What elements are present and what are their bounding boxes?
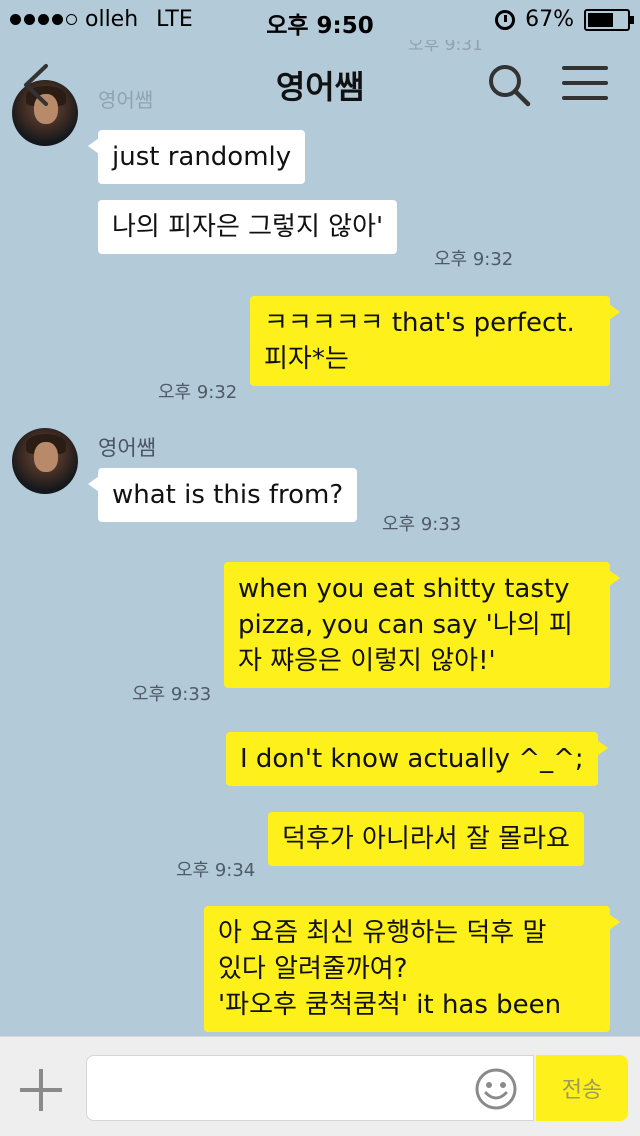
message-time: 오후 9:33: [382, 514, 462, 535]
alarm-icon: [495, 9, 516, 30]
message-text: just randomly: [112, 142, 292, 172]
my-message-bubble[interactable]: ㅋㅋㅋㅋㅋ that's perfect. 피자*는: [250, 296, 620, 386]
message-bubble[interactable]: what is this from?: [87, 468, 358, 522]
message-line: 피자*는: [264, 344, 349, 374]
menu-button[interactable]: [562, 66, 608, 106]
battery-icon: [584, 8, 634, 31]
message-line: when you eat shitty tasty: [238, 574, 570, 604]
emoticon-icon: [475, 1068, 517, 1110]
message-line: ㅋㅋㅋㅋㅋ that's perfect.: [264, 308, 575, 338]
input-bar: 전송: [0, 1036, 640, 1136]
message-text: I don't know actually ^_^;: [240, 744, 584, 774]
message-time: 오후 9:33: [132, 684, 212, 705]
message-bubble[interactable]: 나의 피자은 그렇지 않아': [98, 200, 398, 254]
message-time: 오후 9:34: [176, 860, 256, 881]
battery-level: [588, 12, 614, 27]
status-bar: olleh LTE 오후 9:50 67%: [0, 0, 640, 40]
chat-area[interactable]: 오후 9:31 영어쌤 just randomly 나의 피자은 그렇지 않아'…: [0, 40, 640, 1036]
message-line: pizza, you can say '나의 피: [238, 610, 573, 640]
message-line: 아 요즘 최신 유행하는 덕후 말: [218, 918, 547, 948]
sender-name: 영어쌤: [98, 436, 156, 460]
search-icon: [489, 65, 531, 107]
chat-title: 영어쌤: [275, 68, 365, 106]
message-bubble[interactable]: just randomly: [87, 130, 306, 184]
menu-icon: [562, 66, 608, 100]
message-line: 있다 알려줄까여?: [218, 954, 408, 984]
avatar[interactable]: [12, 428, 78, 494]
send-button[interactable]: 전송: [536, 1055, 628, 1121]
message-time: 오후 9:32: [158, 382, 238, 403]
message-text: 덕후가 아니라서 잘 몰라요: [282, 824, 570, 854]
plus-icon[interactable]: [20, 1069, 62, 1111]
status-right: 67%: [495, 7, 634, 32]
emoticon-button[interactable]: [474, 1067, 518, 1111]
message-text: 나의 피자은 그렇지 않아': [112, 212, 384, 242]
message-time: 오후 9:32: [434, 249, 514, 270]
my-message-bubble[interactable]: 덕후가 아니라서 잘 몰라요: [268, 812, 584, 866]
message-text: what is this from?: [112, 480, 344, 510]
my-message-bubble[interactable]: 아 요즘 최신 유행하는 덕후 말 있다 알려줄까여? '파오후 쿰척쿰척' i…: [204, 906, 620, 1032]
message-input[interactable]: [86, 1055, 534, 1121]
search-button[interactable]: [486, 62, 532, 108]
message-line: '파오후 쿰척쿰척' it has been: [218, 990, 562, 1020]
my-message-bubble[interactable]: I don't know actually ^_^;: [226, 732, 608, 786]
battery-percent: 67%: [525, 7, 574, 32]
message-line: 자 쨔응은 이렇지 않아!': [238, 646, 496, 676]
my-message-bubble[interactable]: when you eat shitty tasty pizza, you can…: [224, 562, 620, 688]
chat-header: 영어쌤: [0, 40, 640, 130]
